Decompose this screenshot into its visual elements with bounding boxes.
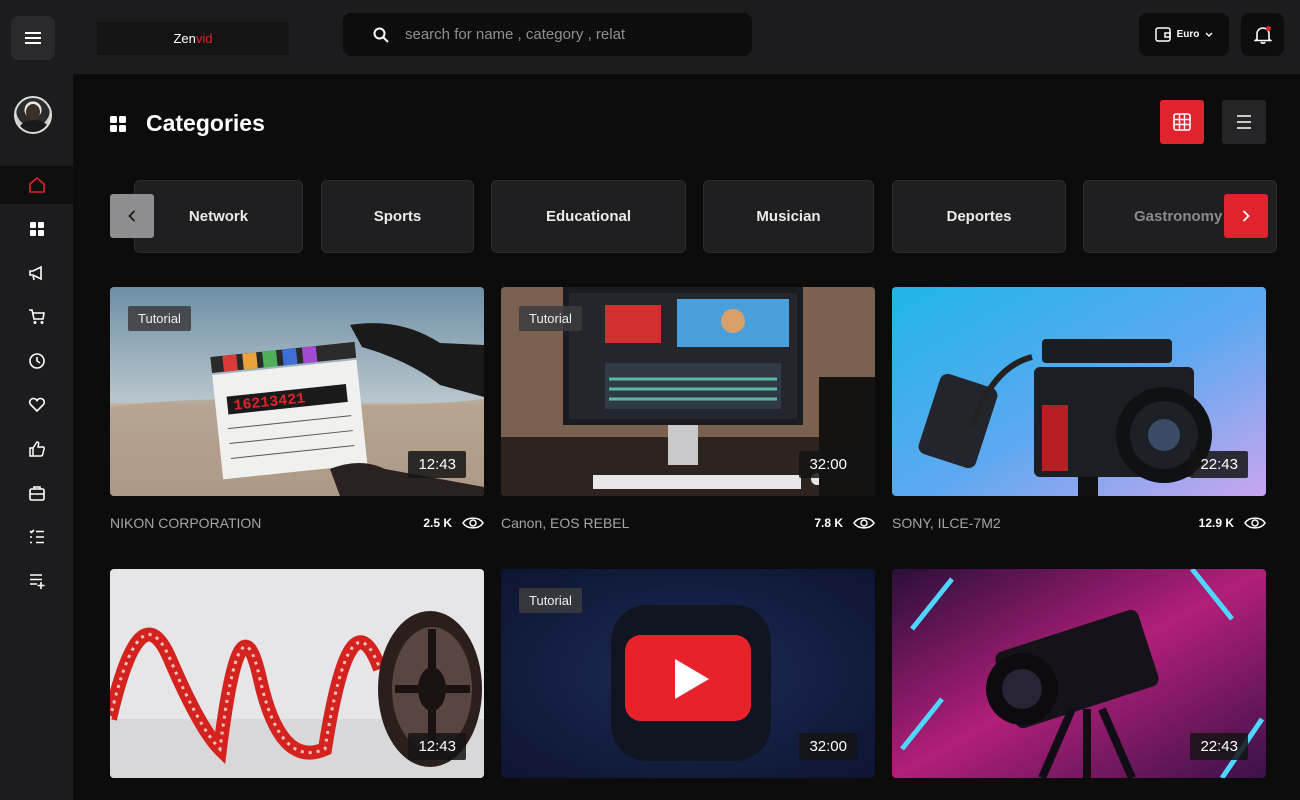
currency-dropdown[interactable]: Euro bbox=[1139, 13, 1229, 56]
view-count: 2.5 K bbox=[423, 516, 452, 530]
eye-icon bbox=[853, 517, 875, 529]
heart-icon bbox=[28, 397, 45, 413]
bell-icon bbox=[1253, 25, 1272, 44]
home-icon bbox=[28, 176, 45, 193]
video-thumbnail[interactable]: 16213421 Tutorial 12:43 bbox=[110, 287, 484, 496]
topbar: Zenvid Euro bbox=[73, 0, 1300, 74]
main-content: Categories Network Sports Educational Mu… bbox=[73, 74, 1300, 800]
sidebar-item-checklist[interactable] bbox=[0, 518, 73, 556]
notifications-button[interactable] bbox=[1241, 13, 1284, 56]
sidebar-item-megaphone[interactable] bbox=[0, 254, 73, 292]
video-tag: Tutorial bbox=[519, 588, 582, 613]
sidebar-item-liked[interactable] bbox=[0, 430, 73, 468]
video-card[interactable]: Tutorial 32:00 Canon, EOS REBEL 7.8 K bbox=[501, 287, 875, 532]
sidebar bbox=[0, 0, 73, 800]
category-network[interactable]: Network bbox=[134, 180, 303, 253]
eye-icon bbox=[1244, 517, 1266, 529]
carousel-next-button[interactable] bbox=[1224, 194, 1268, 238]
video-duration: 32:00 bbox=[799, 451, 857, 478]
playlist-add-icon bbox=[29, 574, 44, 589]
video-card[interactable]: 12:43 bbox=[110, 569, 484, 778]
list-view-button[interactable] bbox=[1222, 100, 1266, 144]
list-check-icon bbox=[28, 529, 44, 544]
sidebar-item-work[interactable] bbox=[0, 474, 73, 512]
megaphone-icon bbox=[28, 265, 42, 281]
search-icon bbox=[373, 27, 389, 43]
video-card[interactable]: 16213421 Tutorial 12:43 NIKON CORPORATIO… bbox=[110, 287, 484, 532]
video-thumbnail[interactable]: 22:43 bbox=[892, 287, 1266, 496]
category-deportes[interactable]: Deportes bbox=[892, 180, 1066, 253]
grid-view-button[interactable] bbox=[1160, 100, 1204, 144]
category-educational[interactable]: Educational bbox=[491, 180, 686, 253]
sidebar-item-favorites[interactable] bbox=[0, 386, 73, 424]
list-view-icon bbox=[1237, 115, 1251, 129]
clock-icon bbox=[28, 353, 45, 369]
hamburger-icon bbox=[25, 32, 41, 44]
chevron-down-icon bbox=[1205, 32, 1213, 37]
video-thumbnail[interactable]: 22:43 bbox=[892, 569, 1266, 778]
search-input[interactable] bbox=[405, 26, 725, 43]
video-thumbnail[interactable]: Tutorial 32:00 bbox=[501, 569, 875, 778]
video-duration: 22:43 bbox=[1190, 733, 1248, 760]
video-card[interactable]: 22:43 SONY, ILCE-7M2 12.9 K bbox=[892, 287, 1266, 532]
video-thumbnail[interactable]: 12:43 bbox=[110, 569, 484, 778]
carousel-prev-button[interactable] bbox=[110, 194, 154, 238]
video-tag: Tutorial bbox=[519, 306, 582, 331]
video-meta: NIKON CORPORATION 2.5 K bbox=[110, 514, 484, 532]
page-title: Categories bbox=[146, 110, 265, 136]
video-views: 12.9 K bbox=[1199, 516, 1266, 530]
video-card[interactable]: 22:43 bbox=[892, 569, 1266, 778]
sidebar-item-playlist[interactable] bbox=[0, 562, 73, 600]
video-duration: 32:00 bbox=[799, 733, 857, 760]
view-count: 7.8 K bbox=[814, 516, 843, 530]
sidebar-item-history[interactable] bbox=[0, 342, 73, 380]
avatar[interactable] bbox=[14, 96, 52, 134]
wallet-icon bbox=[1154, 27, 1171, 42]
sidebar-nav bbox=[0, 166, 73, 606]
sidebar-item-cart[interactable] bbox=[0, 298, 73, 336]
video-tag: Tutorial bbox=[128, 306, 191, 331]
category-sports[interactable]: Sports bbox=[321, 180, 474, 253]
search-bar[interactable] bbox=[343, 13, 752, 56]
category-musician[interactable]: Musician bbox=[703, 180, 874, 253]
chevron-left-icon bbox=[128, 210, 136, 222]
logo-main: Zen bbox=[173, 31, 196, 46]
grid-icon bbox=[29, 222, 44, 236]
logo[interactable]: Zen vid bbox=[97, 22, 289, 55]
logo-accent: vid bbox=[195, 31, 213, 46]
video-title[interactable]: Canon, EOS REBEL bbox=[501, 515, 629, 531]
video-card[interactable]: Tutorial 32:00 bbox=[501, 569, 875, 778]
thumbs-up-icon bbox=[28, 441, 45, 457]
video-meta: Canon, EOS REBEL 7.8 K bbox=[501, 514, 875, 532]
video-duration: 12:43 bbox=[408, 733, 466, 760]
categories-grid-icon bbox=[110, 115, 126, 132]
briefcase-icon bbox=[28, 486, 45, 501]
cart-icon bbox=[28, 309, 45, 324]
video-meta: SONY, ILCE-7M2 12.9 K bbox=[892, 514, 1266, 532]
video-duration: 12:43 bbox=[408, 451, 466, 478]
hamburger-menu-button[interactable] bbox=[11, 16, 55, 60]
eye-icon bbox=[462, 517, 484, 529]
video-views: 2.5 K bbox=[423, 516, 484, 530]
video-title[interactable]: NIKON CORPORATION bbox=[110, 515, 261, 531]
sidebar-item-grid[interactable] bbox=[0, 210, 73, 248]
grid-view-icon bbox=[1173, 113, 1191, 131]
currency-label: Euro bbox=[1176, 29, 1200, 40]
video-thumbnail[interactable]: Tutorial 32:00 bbox=[501, 287, 875, 496]
page-header: Categories bbox=[110, 110, 265, 137]
video-duration: 22:43 bbox=[1190, 451, 1248, 478]
video-views: 7.8 K bbox=[814, 516, 875, 530]
chevron-right-icon bbox=[1242, 210, 1250, 222]
view-count: 12.9 K bbox=[1198, 516, 1234, 530]
sidebar-item-home[interactable] bbox=[0, 166, 73, 204]
category-carousel: Network Sports Educational Musician Depo… bbox=[110, 180, 1277, 253]
video-title[interactable]: SONY, ILCE-7M2 bbox=[892, 515, 1001, 531]
